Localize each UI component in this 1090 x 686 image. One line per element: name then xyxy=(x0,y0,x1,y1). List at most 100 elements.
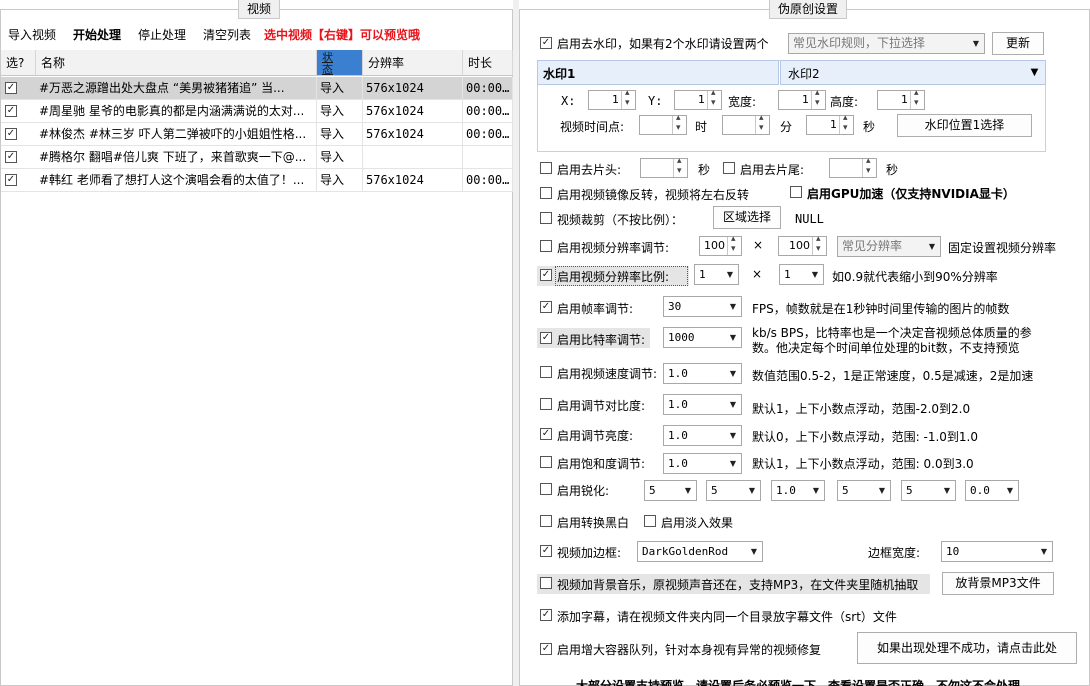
tab-watermark-1-label: 水印1 xyxy=(543,67,576,81)
sharpen-select-4[interactable]: 5 ▼ xyxy=(837,480,891,501)
bitrate-checkbox[interactable] xyxy=(540,332,552,344)
column-select[interactable]: 选? xyxy=(1,50,36,76)
sharpen-select-5[interactable]: 5 ▼ xyxy=(901,480,956,501)
saturation-select[interactable]: 1.0 ▼ xyxy=(663,453,742,474)
spinner-arrows-icon[interactable] xyxy=(811,88,825,109)
spinner-arrows-icon[interactable] xyxy=(862,156,876,177)
resolution-height-spinner[interactable]: 100 xyxy=(778,234,827,256)
brightness-select[interactable]: 1.0 ▼ xyxy=(663,425,742,446)
watermark-position-button[interactable]: 水印位置1选择 xyxy=(897,114,1032,137)
crop-label: 视频裁剪（不按比例）： xyxy=(557,213,684,227)
trim-tail-checkbox[interactable] xyxy=(723,162,735,174)
table-row[interactable]: #韩红 老师看了想打人这个演唱会看的太值了！...导入576x102400:00… xyxy=(1,169,513,192)
bitrate-select[interactable]: 1000 ▼ xyxy=(663,327,742,348)
wm-width-value: 1 xyxy=(802,93,809,106)
clear-list-button[interactable]: 清空列表 xyxy=(203,26,251,43)
bgm-folder-button[interactable]: 放背景MP3文件 xyxy=(942,572,1054,595)
table-row[interactable]: #林俊杰 #林三岁 吓人第二弹被吓的小姐姐性格...导入576x102400:0… xyxy=(1,123,513,146)
contrast-checkbox[interactable] xyxy=(540,398,552,410)
sharpen-select-1[interactable]: 5 ▼ xyxy=(644,480,697,501)
table-row[interactable]: #周星驰 星爷的电影真的都是内涵满满说的太对...导入576x102400:00… xyxy=(1,100,513,123)
wm-second-spinner[interactable]: 1 xyxy=(806,113,854,135)
cell-status: 导入 xyxy=(317,77,363,99)
fps-checkbox[interactable] xyxy=(540,301,552,313)
ratio-label: 启用视频分辨率比例: xyxy=(557,270,670,284)
sharpen-select-6[interactable]: 0.0 ▼ xyxy=(965,480,1019,501)
resolution-preset-select[interactable]: 常见分辨率 ▼ xyxy=(837,236,941,257)
stop-processing-button[interactable]: 停止处理 xyxy=(138,26,186,43)
table-row[interactable]: #万恶之源蹭出处大盘点 “美男被猪猪追” 当...导入576x102400:00… xyxy=(1,77,513,100)
wm-height-spinner[interactable]: 1 xyxy=(877,88,925,110)
brightness-checkbox[interactable] xyxy=(540,428,552,440)
spinner-arrows-icon[interactable] xyxy=(672,113,686,134)
sharpen-checkbox[interactable] xyxy=(540,483,552,495)
sharpen-select-3[interactable]: 1.0 ▼ xyxy=(771,480,825,501)
spinner-arrows-icon[interactable] xyxy=(910,88,924,109)
wm-x-spinner[interactable]: 1 xyxy=(588,88,636,110)
subtitle-checkbox[interactable] xyxy=(540,609,552,621)
resolution-checkbox[interactable] xyxy=(540,240,552,252)
saturation-value: 1.0 xyxy=(668,457,688,470)
tab-watermark-2[interactable]: 水印2 xyxy=(780,60,1046,85)
trim-head-spinner[interactable] xyxy=(640,156,688,178)
spinner-arrows-icon[interactable] xyxy=(727,234,741,255)
tab-watermark-1[interactable]: 水印1 xyxy=(537,60,779,85)
watermark-rule-select[interactable]: 常见水印规则，下拉选择 ▼ xyxy=(788,33,985,54)
bgm-checkbox[interactable] xyxy=(540,577,552,589)
table-row[interactable]: #腾格尔 翻唱#倍儿爽 下班了，来首歌爽一下@...导入 xyxy=(1,146,513,169)
tab-overflow-chevron-icon[interactable]: ▼ xyxy=(1023,61,1046,84)
trim-tail-spinner[interactable] xyxy=(829,156,877,178)
trim-head-checkbox[interactable] xyxy=(540,162,552,174)
column-name[interactable]: 名称 xyxy=(36,50,317,76)
border-label: 视频加边框: xyxy=(557,546,622,560)
spinner-arrows-icon[interactable] xyxy=(755,113,769,134)
container-checkbox[interactable] xyxy=(540,643,552,655)
fix-failed-button[interactable]: 如果出现处理不成功，请点击此处 xyxy=(857,632,1077,664)
speed-select[interactable]: 1.0 ▼ xyxy=(663,363,742,384)
column-resolution[interactable]: 分辨率 xyxy=(363,50,463,76)
wm-hour-spinner[interactable] xyxy=(639,113,687,135)
ratio-b-select[interactable]: 1 ▼ xyxy=(779,264,824,285)
fps-select[interactable]: 30 ▼ xyxy=(663,296,742,317)
crop-checkbox[interactable] xyxy=(540,212,552,224)
chevron-down-icon: ▼ xyxy=(972,39,980,48)
border-checkbox[interactable] xyxy=(540,545,552,557)
sharpen-select-2[interactable]: 5 ▼ xyxy=(706,480,761,501)
spinner-arrows-icon[interactable] xyxy=(673,156,687,177)
border-color-select[interactable]: DarkGoldenRod ▼ xyxy=(637,541,763,562)
spinner-arrows-icon[interactable] xyxy=(707,88,721,109)
contrast-select[interactable]: 1.0 ▼ xyxy=(663,394,742,415)
watermark-update-button[interactable]: 更新 xyxy=(992,32,1044,55)
bw-checkbox[interactable] xyxy=(540,515,552,527)
mirror-checkbox[interactable] xyxy=(540,187,552,199)
column-duration[interactable]: 时长 xyxy=(463,50,513,76)
gpu-checkbox[interactable] xyxy=(790,186,802,198)
row-select-checkbox[interactable] xyxy=(5,151,17,163)
row-select-checkbox[interactable] xyxy=(5,105,17,117)
row-select-checkbox[interactable] xyxy=(5,82,17,94)
spinner-arrows-icon[interactable] xyxy=(839,113,853,134)
import-video-button[interactable]: 导入视频 xyxy=(8,26,56,43)
row-select-checkbox[interactable] xyxy=(5,128,17,140)
ratio-checkbox[interactable] xyxy=(540,269,552,281)
ratio-a-select[interactable]: 1 ▼ xyxy=(694,264,739,285)
sharpen-value-6: 0.0 xyxy=(970,484,990,497)
spinner-arrows-icon[interactable] xyxy=(621,88,635,109)
cell-status: 导入 xyxy=(317,123,363,145)
saturation-checkbox[interactable] xyxy=(540,456,552,468)
crop-region-button[interactable]: 区域选择 xyxy=(713,206,781,229)
wm-minute-spinner[interactable] xyxy=(722,113,770,135)
spinner-arrows-icon[interactable] xyxy=(812,234,826,255)
fade-checkbox[interactable] xyxy=(644,515,656,527)
chevron-down-icon: ▼ xyxy=(684,486,692,495)
row-select-checkbox[interactable] xyxy=(5,174,17,186)
watermark-enable-checkbox[interactable] xyxy=(540,37,552,49)
chevron-down-icon: ▼ xyxy=(943,486,951,495)
wm-y-spinner[interactable]: 1 xyxy=(674,88,722,110)
wm-width-spinner[interactable]: 1 xyxy=(778,88,826,110)
column-status[interactable]: 状态 xyxy=(317,50,363,76)
resolution-width-spinner[interactable]: 100 xyxy=(699,234,742,256)
border-width-select[interactable]: 10 ▼ xyxy=(941,541,1053,562)
start-processing-button[interactable]: 开始处理 xyxy=(73,26,121,43)
speed-checkbox[interactable] xyxy=(540,366,552,378)
